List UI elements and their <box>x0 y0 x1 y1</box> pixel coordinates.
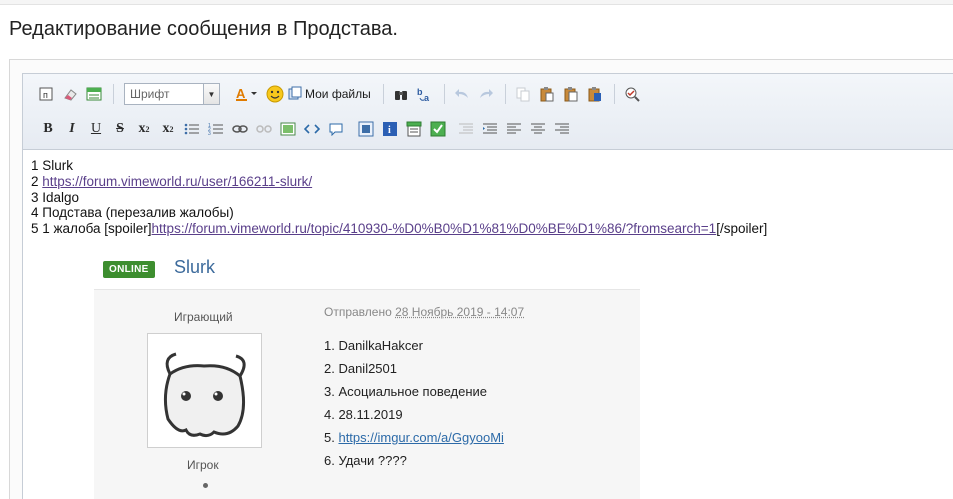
author-rank: Игрок <box>187 458 219 472</box>
content-line-1: 1 Slurk <box>31 158 74 173</box>
image-icon[interactable] <box>277 118 299 140</box>
post-timestamp: Отправлено 28 Ноябрь 2019 - 14:07 <box>324 305 524 319</box>
online-badge: ONLINE <box>103 261 155 278</box>
align-center-icon[interactable] <box>527 118 549 140</box>
toolbar-separator <box>613 84 615 104</box>
svg-text:b: b <box>417 87 423 97</box>
topic-link[interactable]: https://forum.vimeworld.ru/topic/410930-… <box>152 221 717 236</box>
my-files-button[interactable]: Мои файлы <box>288 86 371 103</box>
strikethrough-button[interactable]: S <box>109 118 131 140</box>
post-body: Играющий Игрок Отправлено 28 Ноябрь 2019… <box>94 290 640 499</box>
svg-text:3: 3 <box>208 131 211 136</box>
replace-icon[interactable]: ba <box>414 83 436 105</box>
svg-text:A: A <box>236 86 246 101</box>
bold-button[interactable]: B <box>37 118 59 140</box>
content-line-5: 5 1 жалоба [spoiler]https://forum.vimewo… <box>31 221 767 237</box>
content-line-3: 3 Idalgo <box>31 189 80 205</box>
undo-icon[interactable] <box>451 83 473 105</box>
paste-icon[interactable] <box>536 83 558 105</box>
slime-avatar-icon <box>163 352 246 438</box>
toolbar-separator <box>382 84 384 104</box>
editor-toolbar: п Шрифт ▼ A Мои файлы b a B I U S x 2 x … <box>23 74 953 150</box>
align-right-icon[interactable] <box>551 118 573 140</box>
quote-bubble-icon[interactable] <box>325 118 347 140</box>
post-author-header: ONLINE Slurk <box>94 250 640 290</box>
avatar <box>147 333 262 448</box>
font-select[interactable]: Шрифт ▼ <box>124 83 220 105</box>
editor-content[interactable]: 1 Slurk 2 https://forum.vimeworld.ru/use… <box>31 158 767 237</box>
posted-prefix: Отправлено <box>324 305 396 319</box>
list-item: 1. DanilkaHakcer <box>324 338 423 353</box>
align-left-icon[interactable] <box>503 118 525 140</box>
outdent-icon[interactable] <box>455 118 477 140</box>
rank-pip <box>203 483 208 488</box>
toolbar-separator <box>504 84 506 104</box>
indent-icon[interactable] <box>479 118 501 140</box>
list-item: 6. Удачи ???? <box>324 453 407 468</box>
post-list: 1. DanilkaHakcer 2. Danil2501 3. Асоциал… <box>324 334 504 472</box>
svg-text:a: a <box>424 93 430 102</box>
toolbar-row-1: п Шрифт ▼ A Мои файлы b a <box>23 80 645 108</box>
line-prefix: 5 1 жалоба [spoiler] <box>31 221 152 237</box>
numbered-list-icon[interactable]: 123 <box>205 118 227 140</box>
author-role: Играющий <box>174 310 233 324</box>
paste-word-icon[interactable] <box>584 83 606 105</box>
author-username: Slurk <box>174 257 216 277</box>
profile-link[interactable]: https://forum.vimeworld.ru/user/166211-s… <box>42 174 312 189</box>
top-border <box>0 0 953 5</box>
toolbar-separator <box>113 84 114 104</box>
superscript-button[interactable]: x2 <box>157 118 179 140</box>
find-binoculars-icon[interactable] <box>390 83 412 105</box>
svg-text:п: п <box>43 90 48 100</box>
spoiler-icon[interactable] <box>403 118 425 140</box>
page-title: Редактирование сообщения в Продстава. <box>9 18 398 40</box>
template-icon[interactable] <box>83 83 105 105</box>
italic-button[interactable]: I <box>61 118 83 140</box>
link-icon[interactable] <box>229 118 251 140</box>
list-item: 3. Асоциальное поведение <box>324 384 488 399</box>
content-line-4: 4 Подстава (перезалив жалобы) <box>31 205 234 221</box>
font-select-value: Шрифт <box>130 87 170 101</box>
list-item: 5. https://imgur.com/a/GgyooMi <box>324 426 504 449</box>
source-mode-icon[interactable]: п <box>35 83 57 105</box>
underline-button[interactable]: U <box>85 118 107 140</box>
checkmark-icon[interactable] <box>427 118 449 140</box>
embedded-screenshot: ONLINE Slurk Играющий Игрок Отправлено 2… <box>94 250 640 499</box>
redo-icon[interactable] <box>475 83 497 105</box>
line-suffix: [/spoiler] <box>716 221 768 237</box>
text-color-icon[interactable]: A <box>234 83 262 105</box>
subscript-button[interactable]: x2 <box>133 118 155 140</box>
info-icon[interactable]: i <box>379 118 401 140</box>
smiley-icon[interactable] <box>264 83 286 105</box>
media-icon[interactable] <box>355 118 377 140</box>
list-item: 4. 28.11.2019 <box>324 407 403 422</box>
line-number: 2 <box>31 173 43 189</box>
eraser-icon[interactable] <box>59 83 81 105</box>
unlink-icon[interactable] <box>253 118 275 140</box>
svg-text:i: i <box>388 125 391 136</box>
files-icon <box>288 86 302 103</box>
code-icon[interactable] <box>301 118 323 140</box>
copy-icon[interactable] <box>512 83 534 105</box>
bullet-list-icon[interactable] <box>181 118 203 140</box>
toolbar-row-2: B I U S x2 x2 123 i <box>23 115 575 143</box>
toolbar-separator <box>443 84 445 104</box>
spellcheck-icon[interactable] <box>621 83 643 105</box>
paste-text-icon[interactable] <box>560 83 582 105</box>
my-files-label: Мои файлы <box>305 87 371 101</box>
list-item-number: 5. <box>324 430 339 445</box>
list-item: 2. Danil2501 <box>324 361 397 376</box>
imgur-link[interactable]: https://imgur.com/a/GgyooMi <box>338 430 503 445</box>
chevron-down-icon[interactable]: ▼ <box>203 84 219 104</box>
posted-date: 28 Ноябрь 2019 - 14:07 <box>395 305 525 319</box>
content-line-2: 2 https://forum.vimeworld.ru/user/166211… <box>31 174 767 190</box>
